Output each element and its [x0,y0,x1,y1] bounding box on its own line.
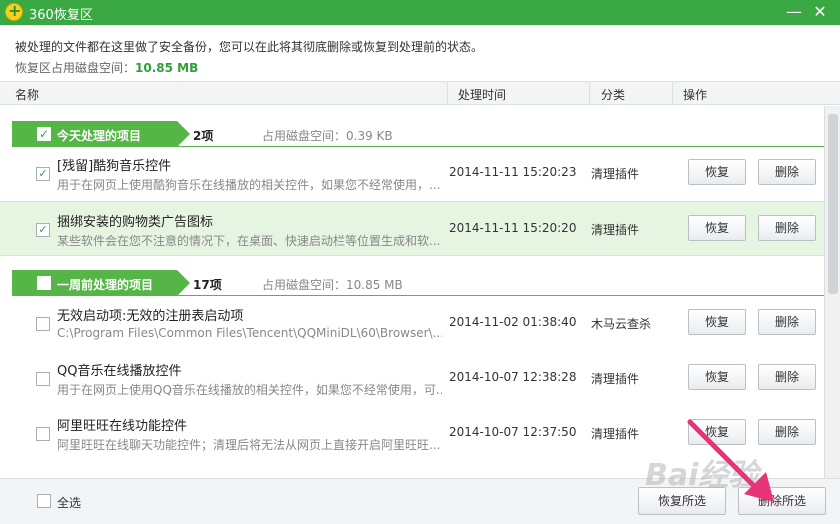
info-description: 被处理的文件都在这里做了安全备份，您可以在此将其彻底删除或恢复到处理前的状态。 [15,40,484,54]
item-name: 阿里旺旺在线功能控件 [57,419,188,434]
list-header: 名称 处理时间 分类 操作 [0,82,840,105]
item-name: QQ音乐在线播放控件 [57,364,182,379]
group-week-ago-checkbox[interactable] [37,276,51,290]
select-all-checkbox[interactable] [37,494,51,508]
item-time: 2014-11-02 01:38:40 [449,315,577,329]
group-week-ago: 一周前处理的项目 17项 占用磁盘空间：10.85 MB [0,270,824,296]
delete-button[interactable]: 删除 [758,364,816,390]
item-desc: 用于在网页上使用QQ音乐在线播放的相关控件，如果您不经常使用，可... [57,383,442,397]
vertical-scrollbar[interactable] [824,106,840,478]
delete-button[interactable]: 删除 [758,159,816,185]
item-category: 清理插件 [591,167,640,181]
column-category[interactable]: 分类 [601,86,625,103]
list-item[interactable]: ✓ 捆绑安装的购物类广告图标 某些软件会在您不注意的情况下，在桌面、快速启动栏等… [0,201,824,256]
group-count: 2项 [193,129,214,143]
item-checkbox[interactable]: ✓ [36,167,50,181]
group-space: 占用磁盘空间：0.39 KB [262,129,393,143]
item-desc: C:\Program Files\Common Files\Tencent\QQ… [57,326,442,340]
column-action: 操作 [683,88,708,102]
item-checkbox[interactable] [36,427,50,441]
list-item[interactable]: ✓ [残留]酷狗音乐控件 用于在网页上使用酷狗音乐在线播放的相关控件，如果您不经… [0,146,824,201]
item-checkbox[interactable] [36,372,50,386]
group-title: 一周前处理的项目 [57,278,154,292]
item-checkbox[interactable]: ✓ [36,223,50,237]
item-name: [残留]酷狗音乐控件 [57,159,172,174]
list-item[interactable]: QQ音乐在线播放控件 用于在网页上使用QQ音乐在线播放的相关控件，如果您不经常使… [0,351,824,406]
list-item[interactable]: 无效启动项:无效的注册表启动项 C:\Program Files\Common … [0,296,824,351]
info-panel: 被处理的文件都在这里做了安全备份，您可以在此将其彻底删除或恢复到处理前的状态。 … [0,25,840,82]
item-desc: 用于在网页上使用酷狗音乐在线播放的相关控件，如果您不经常使用，... [57,178,441,192]
column-divider [672,82,673,104]
group-title: 今天处理的项目 [57,129,142,143]
restore-button[interactable]: 恢复 [688,215,746,241]
restore-button[interactable]: 恢复 [688,309,746,335]
item-checkbox[interactable] [36,317,50,331]
item-desc: 阿里旺旺在线聊天功能控件；清理后将无法从网页上直接开启阿里旺旺... [57,438,441,452]
minimize-button[interactable]: — [784,2,804,21]
close-button[interactable]: ✕ [810,2,830,21]
item-category: 清理插件 [591,372,640,386]
item-time: 2014-10-07 12:37:50 [449,425,577,439]
annotation-arrow-icon [687,419,774,502]
select-all-label[interactable]: 全选 [57,494,81,511]
recovery-window: 360恢复区 — ✕ 被处理的文件都在这里做了安全备份，您可以在此将其彻底删除或… [0,0,840,524]
item-category: 木马云查杀 [591,317,652,331]
group-today: ✓ 今天处理的项目 2项 占用磁盘空间：0.39 KB [0,121,824,147]
restore-button[interactable]: 恢复 [688,159,746,185]
item-category: 清理插件 [591,427,640,441]
delete-button[interactable]: 删除 [758,215,816,241]
delete-button[interactable]: 删除 [758,309,816,335]
column-name[interactable]: 名称 [15,86,39,103]
item-time: 2014-11-11 15:20:20 [449,221,577,235]
group-today-checkbox[interactable]: ✓ [37,127,51,141]
item-name: 无效启动项:无效的注册表启动项 [57,309,244,324]
disk-usage: 恢复区占用磁盘空间：10.85 MB [15,59,198,76]
column-divider [589,82,590,104]
window-title: 360恢复区 [29,8,93,23]
item-name: 捆绑安装的购物类广告图标 [57,215,214,230]
column-time[interactable]: 处理时间 [458,86,506,103]
disk-usage-label: 恢复区占用磁盘空间： [15,61,136,75]
360-logo-icon [5,1,23,21]
item-desc: 某些软件会在您不注意的情况下，在桌面、快速启动栏等位置生成和软... [57,234,441,248]
item-time: 2014-10-07 12:38:28 [449,370,577,384]
column-divider [447,82,448,104]
item-time: 2014-11-11 15:20:23 [449,165,577,179]
group-header-today[interactable]: ✓ 今天处理的项目 [12,121,190,147]
group-header-week-ago[interactable]: 一周前处理的项目 [12,270,190,296]
group-count: 17项 [193,278,222,292]
scrollbar-thumb[interactable] [828,114,838,294]
item-category: 清理插件 [591,223,640,237]
disk-usage-value: 10.85 MB [135,61,199,75]
restore-button[interactable]: 恢复 [688,364,746,390]
title-bar: 360恢复区 — ✕ [0,0,840,25]
group-space: 占用磁盘空间：10.85 MB [262,278,403,292]
